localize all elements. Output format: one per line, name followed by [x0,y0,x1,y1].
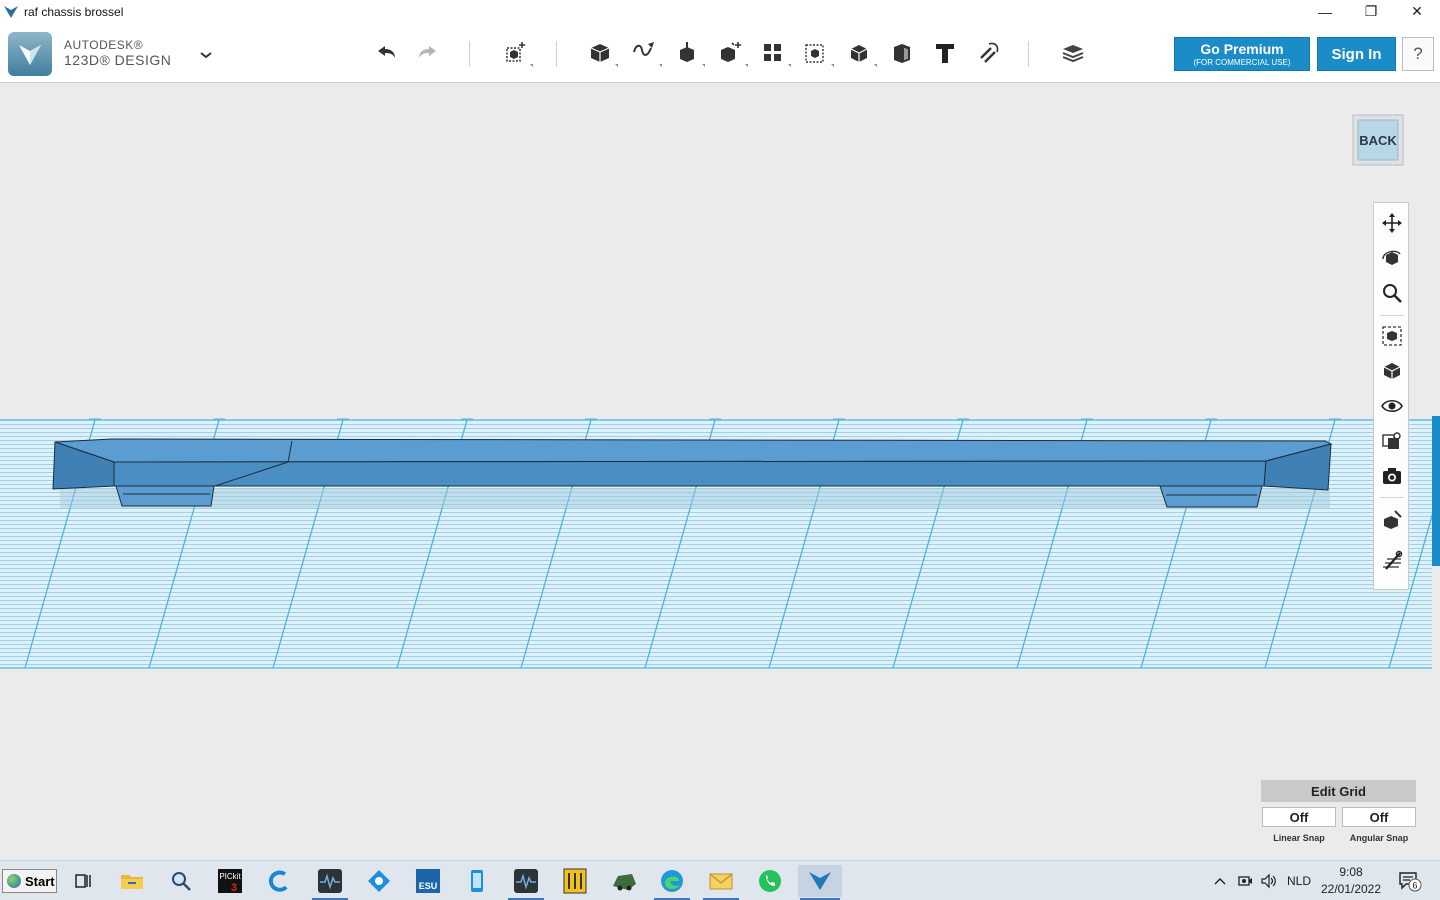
combine-icon[interactable] [844,38,877,68]
whatsapp-icon[interactable] [750,865,790,897]
toolbar-separator [556,41,557,67]
visibility-eye-icon[interactable] [1379,393,1405,419]
restore-button[interactable]: ❐ [1348,0,1394,23]
grid-snap-panel: Edit Grid Off Off Linear Snap Angular Sn… [1261,780,1416,850]
scene-canvas [0,418,1440,669]
meeting-mic-icon[interactable] [1235,861,1255,900]
material-icon[interactable] [1058,38,1088,68]
chassis-front-face [113,460,1267,487]
window-title: raf chassis brossel [24,4,124,19]
calculator-app-icon[interactable] [555,865,595,897]
svg-text:PICkit: PICkit [219,872,241,881]
right-foot [1159,485,1263,508]
model-shadow [60,488,1330,508]
window-controls: — ❐ ✕ [1302,0,1440,23]
primitives-icon[interactable] [585,38,618,68]
fit-icon[interactable] [1379,323,1405,349]
modify-icon[interactable] [715,38,748,68]
nav-separator [1380,315,1404,316]
mail-app-icon[interactable] [701,865,741,900]
left-foot [115,485,215,507]
sign-in-button[interactable]: Sign In [1317,37,1396,71]
3d-viewport[interactable]: BACK Edit Grid Off Off Linear Snap Angul… [0,84,1440,860]
construct-icon[interactable] [672,38,705,68]
app-menu-logo[interactable] [8,32,52,76]
materials-outline-icon[interactable] [1379,428,1405,454]
premium-sublabel: (FOR COMMERCIAL USE) [1193,58,1291,67]
ccleaner-icon[interactable] [259,865,299,897]
esu-app-icon[interactable]: ESU [408,865,448,897]
language-indicator[interactable]: NLD [1284,861,1314,900]
clock-time: 9:08 [1339,865,1363,879]
task-view-icon[interactable] [63,865,103,897]
bluetooth-app-icon[interactable] [359,865,399,897]
camera-icon[interactable] [1379,463,1405,489]
brand-line1: AUTODESK® [64,38,144,52]
undo-icon[interactable] [371,38,401,68]
edit-grid-button[interactable]: Edit Grid [1261,780,1416,802]
transform-icon[interactable] [500,38,533,68]
file-explorer-icon[interactable] [112,865,152,897]
group-icon[interactable] [801,38,834,68]
close-button[interactable]: ✕ [1394,0,1440,23]
viewcube-back-label: BACK [1359,133,1397,148]
pattern-icon[interactable] [758,38,791,68]
svg-text:3: 3 [231,882,237,894]
brand-name: AUTODESK® 123D® DESIGN [64,38,171,68]
search-icon[interactable] [161,865,201,897]
notifications-icon[interactable]: 6 [1396,861,1424,900]
snap-grid-icon[interactable] [1379,547,1405,573]
pickit-icon[interactable]: PICkit 3 [210,865,250,897]
phone-app-icon[interactable] [457,865,497,897]
text-icon[interactable] [930,38,960,68]
toolbar-separator [469,41,470,67]
toolbar-separator [1028,41,1029,67]
svg-text:ESU: ESU [419,881,438,891]
app-window: raf chassis brossel — ❐ ✕ AUTODESK® 123D… [0,0,1440,900]
clock-date: 22/01/2022 [1320,882,1382,896]
pan-icon[interactable] [1379,210,1405,236]
start-label: Start [25,873,55,889]
windows-taskbar: Start PICkit 3 ESU NLD 9:08 22/01/2022 6 [0,860,1440,900]
panel-expand-tab[interactable] [1432,416,1440,566]
angular-snap-label: Angular Snap [1349,833,1409,843]
edge-browser-icon[interactable] [652,865,692,900]
chevron-down-icon[interactable] [196,45,216,65]
chassis-top-face [54,438,1333,463]
notification-count: 6 [1412,881,1417,891]
premium-label: Go Premium [1200,41,1284,57]
go-premium-button[interactable]: Go Premium (FOR COMMERCIAL USE) [1174,37,1310,71]
start-button[interactable]: Start [2,869,57,893]
help-button[interactable]: ? [1402,37,1434,71]
sketch-icon[interactable] [629,38,662,68]
angular-snap-dropdown[interactable]: Off [1342,807,1416,827]
autodesk-123d-taskbar-icon[interactable] [798,865,842,900]
viewcube[interactable]: BACK [1350,112,1406,168]
app-logo-icon [4,5,18,18]
minimize-button[interactable]: — [1302,0,1348,23]
linear-snap-label: Linear Snap [1273,833,1325,843]
redo-icon[interactable] [413,38,443,68]
linear-snap-dropdown[interactable]: Off [1262,807,1336,827]
autodesk-logo-icon [19,45,41,65]
navigation-bar [1373,202,1409,590]
scope-app-icon-2[interactable] [506,865,546,900]
volume-icon[interactable] [1259,861,1279,900]
show-hidden-icons-icon[interactable] [1210,861,1230,900]
title-bar: raf chassis brossel — ❐ ✕ [0,0,1440,23]
start-globe-icon [7,874,21,888]
brand-line2: 123D® DESIGN [64,52,172,68]
view-mode-icon[interactable] [1379,358,1405,384]
oscilloscope-app-icon[interactable] [310,865,350,900]
nav-separator [1380,497,1404,498]
measure-icon[interactable] [887,38,917,68]
app-toolbar: AUTODESK® 123D® DESIGN Go Premium (FOR C… [0,23,1440,83]
clock[interactable]: 9:08 22/01/2022 [1318,864,1384,898]
snap-icon[interactable] [973,38,1003,68]
train-app-icon[interactable] [604,865,644,897]
edit-grid-icon[interactable] [1379,507,1405,533]
orbit-icon[interactable] [1379,245,1405,271]
zoom-icon[interactable] [1379,280,1405,306]
